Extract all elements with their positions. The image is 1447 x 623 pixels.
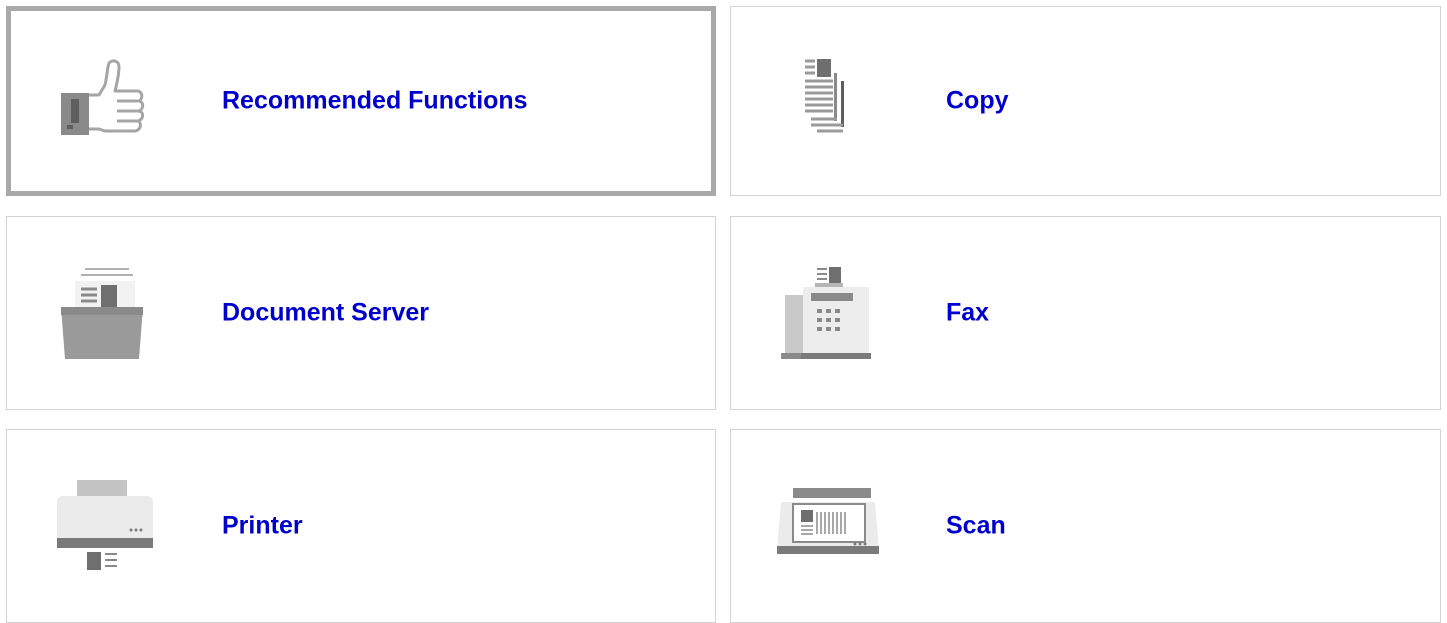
- printer-icon: [47, 476, 157, 576]
- tile-label: Document Server: [222, 298, 430, 327]
- tile-label: Scan: [946, 511, 1006, 540]
- thumbs-up-icon: [47, 51, 157, 151]
- tile-label: Printer: [222, 511, 303, 540]
- fax-icon: [771, 263, 881, 363]
- copy-icon: [771, 51, 881, 151]
- tile-copy[interactable]: Copy: [730, 6, 1441, 196]
- tile-scan[interactable]: Scan: [730, 429, 1441, 623]
- tile-fax[interactable]: Fax: [730, 216, 1441, 410]
- tile-printer[interactable]: Printer: [6, 429, 716, 623]
- tile-label: Fax: [946, 298, 990, 327]
- tile-label: Recommended Functions: [222, 86, 528, 115]
- tile-label: Copy: [946, 86, 1009, 115]
- tile-document-server[interactable]: Document Server: [6, 216, 716, 410]
- scanner-icon: [771, 476, 881, 576]
- document-server-icon: [47, 263, 157, 363]
- tile-recommended-functions[interactable]: Recommended Functions: [6, 6, 716, 196]
